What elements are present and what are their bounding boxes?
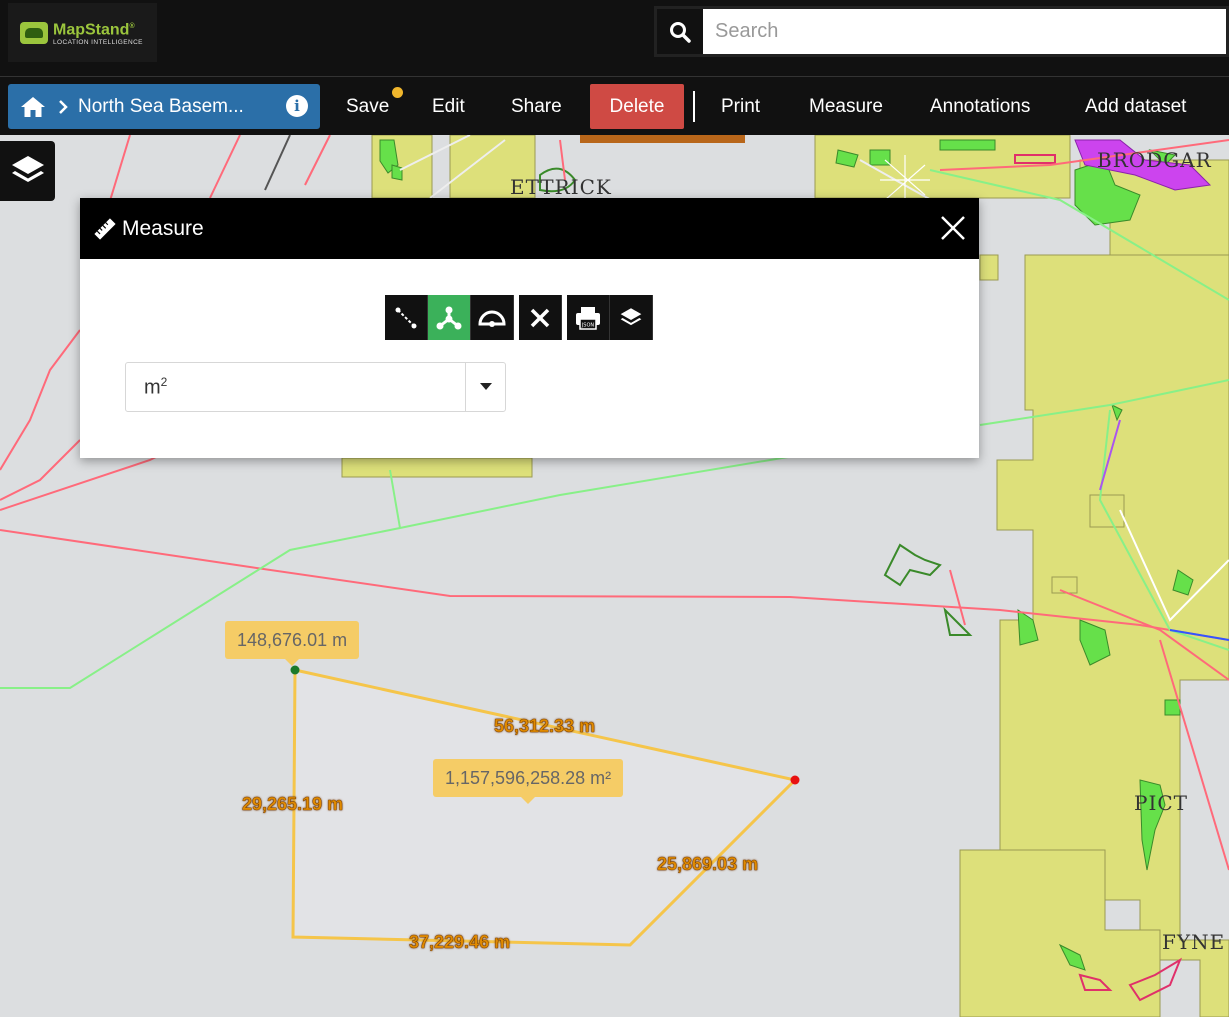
measure-panel: Measure JSON m2 bbox=[80, 198, 979, 458]
unit-select[interactable]: m2 bbox=[125, 362, 506, 412]
unit-selected-value: m2 bbox=[144, 374, 168, 399]
layers-button[interactable] bbox=[0, 141, 55, 201]
map-toolbar: North Sea Basem... i Save Edit Share Del… bbox=[0, 76, 1229, 135]
home-icon[interactable] bbox=[20, 96, 46, 118]
measure-panel-title: Measure bbox=[122, 216, 204, 240]
measure-area-button[interactable] bbox=[428, 295, 471, 340]
info-icon[interactable]: i bbox=[286, 95, 308, 117]
print-json-icon: JSON bbox=[576, 306, 600, 330]
map-label-fyne: FYNE bbox=[1162, 930, 1226, 954]
logo-tagline: LOCATION INTELLIGENCE bbox=[53, 39, 143, 47]
search-input[interactable] bbox=[703, 9, 1226, 54]
ruler-icon bbox=[94, 217, 116, 240]
segment-length-label: 56,312.33 m bbox=[494, 716, 596, 736]
save-button[interactable]: Save bbox=[346, 77, 403, 136]
logo-mark-icon bbox=[20, 21, 48, 44]
close-icon[interactable] bbox=[939, 214, 967, 242]
add-dataset-button[interactable]: Add dataset bbox=[1085, 77, 1186, 136]
layers-icon bbox=[11, 156, 44, 182]
logo-name: MapStand® bbox=[53, 21, 135, 39]
map-title[interactable]: North Sea Basem... bbox=[78, 96, 244, 118]
segment-length-label: 25,869.03 m bbox=[657, 854, 759, 874]
segment-length-label: 29,265.19 m bbox=[242, 794, 344, 814]
measure-panel-header: Measure bbox=[80, 198, 979, 259]
caret-down-icon[interactable] bbox=[465, 363, 505, 411]
save-label: Save bbox=[346, 95, 390, 117]
layers-icon bbox=[620, 307, 642, 325]
add-to-layers-button[interactable] bbox=[610, 295, 653, 340]
clear-icon bbox=[530, 308, 550, 327]
measure-distance-button[interactable] bbox=[385, 295, 428, 340]
total-length-tooltip: 148,676.01 m bbox=[225, 621, 360, 666]
map-label-ettrick: ETTRICK bbox=[510, 175, 612, 199]
print-button[interactable]: Print bbox=[721, 77, 760, 136]
share-button[interactable]: Share bbox=[511, 77, 562, 136]
area-tooltip: 1,157,596,258.28 m² bbox=[433, 759, 624, 804]
breadcrumb[interactable]: North Sea Basem... i bbox=[8, 84, 320, 129]
measure-button[interactable]: Measure bbox=[809, 77, 883, 136]
svg-text:JSON: JSON bbox=[581, 322, 595, 328]
polygon-measure-icon bbox=[436, 306, 462, 329]
line-measure-icon bbox=[395, 307, 417, 328]
search-box bbox=[654, 6, 1229, 57]
delete-button[interactable]: Delete bbox=[590, 84, 684, 129]
clear-measure-button[interactable] bbox=[519, 295, 562, 340]
export-json-button[interactable]: JSON bbox=[567, 295, 610, 340]
search-button[interactable] bbox=[657, 9, 703, 54]
chevron-right-icon bbox=[59, 99, 68, 114]
top-header: MapStand® LOCATION INTELLIGENCE bbox=[0, 0, 1229, 76]
map-label-brodgar: BRODGAR bbox=[1097, 148, 1212, 172]
mapstand-logo[interactable]: MapStand® LOCATION INTELLIGENCE bbox=[8, 3, 157, 62]
toolbar-divider bbox=[693, 91, 695, 122]
measure-angle-button[interactable] bbox=[471, 295, 514, 340]
protractor-icon bbox=[478, 310, 506, 327]
segment-length-label: 37,229.46 m bbox=[409, 932, 511, 952]
edit-button[interactable]: Edit bbox=[432, 77, 465, 136]
search-icon bbox=[670, 21, 691, 43]
annotations-button[interactable]: Annotations bbox=[930, 77, 1030, 136]
unsaved-indicator bbox=[392, 87, 403, 98]
measure-tools: JSON bbox=[385, 295, 653, 340]
map-label-pict: PICT bbox=[1134, 791, 1188, 815]
